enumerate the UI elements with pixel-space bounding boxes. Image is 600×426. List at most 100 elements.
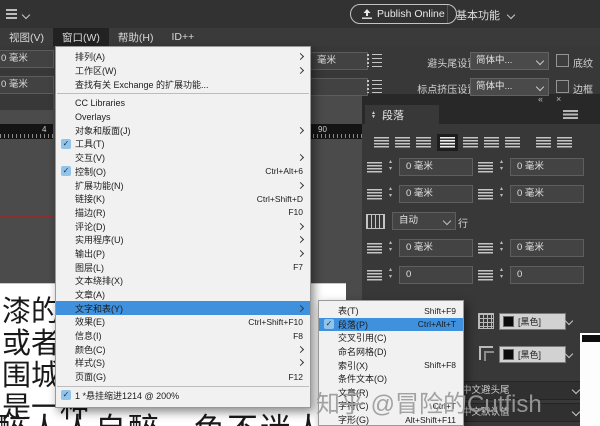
indent-value-field[interactable]: 0 毫米: [0, 76, 54, 94]
space-after-field[interactable]: 0 毫米: [510, 239, 584, 257]
border-checkbox[interactable]: [556, 80, 569, 93]
drop-cap-chars-icon: [478, 270, 493, 281]
stepper[interactable]: ▴ ▾: [497, 267, 506, 281]
stepper[interactable]: ▴ ▾: [386, 240, 395, 254]
indent-value-field[interactable]: 0 毫米: [0, 50, 54, 68]
last-line-indent-field[interactable]: 0 毫米: [510, 185, 584, 203]
panel-menu-icon[interactable]: [563, 110, 578, 119]
menu-idpp[interactable]: ID++: [162, 28, 203, 46]
mojikumi-dropdown[interactable]: 简体中...: [470, 78, 549, 96]
submenu-arrow-icon: [296, 249, 305, 258]
window-menu-item[interactable]: ✓ 1 *悬挂缩进1214 @ 200%: [56, 389, 310, 403]
shading-color-dropdown[interactable]: [黑色]: [499, 313, 566, 330]
window-menu-item[interactable]: 效果(E) Ctrl+Shift+F10: [56, 315, 310, 329]
chevron-down-icon[interactable]: [21, 10, 31, 20]
drop-cap-chars-field[interactable]: 0: [510, 266, 584, 284]
first-line-indent-field[interactable]: 0 毫米: [399, 185, 473, 203]
app-panel-grid-icon[interactable]: [6, 9, 17, 19]
window-menu-item[interactable]: ✓ 工具(T): [56, 137, 310, 151]
right-indent-field[interactable]: 0 毫米: [510, 158, 584, 176]
window-menu-item[interactable]: 链接(K) Ctrl+Shift+D: [56, 192, 310, 206]
stepper[interactable]: ▴ ▾: [386, 186, 395, 200]
window-menu-item[interactable]: Overlays: [56, 110, 310, 124]
stepper[interactable]: ▴ ▾: [497, 186, 506, 200]
drop-cap-lines-field[interactable]: 0: [399, 266, 473, 284]
menu-item-label: 文字和表(Y): [75, 303, 123, 314]
menu-help[interactable]: 帮助(H): [109, 28, 163, 46]
window-menu-item[interactable]: 实用程序(U): [56, 233, 310, 247]
type-submenu-item[interactable]: 表(T) Shift+F9: [319, 304, 463, 318]
watermark: 知乎 @冒险的Cutfish: [316, 391, 542, 418]
align-right-icon[interactable]: [416, 137, 431, 148]
left-indent-field[interactable]: 0 毫米: [399, 158, 473, 176]
window-menu-item[interactable]: 信息(I) F8: [56, 329, 310, 343]
close-panel-icon[interactable]: ×: [556, 94, 561, 104]
first-line-indent-icon: [367, 189, 382, 200]
window-menu-item[interactable]: 图层(L) F7: [56, 260, 310, 274]
tab-paragraph[interactable]: ▲ ▼ 段落: [365, 105, 439, 124]
shading-checkbox[interactable]: [556, 54, 569, 67]
menu-right: [296, 181, 305, 189]
justify-last-left-icon[interactable]: [437, 134, 458, 151]
horizontal-ruler-left[interactable]: 4: [0, 124, 53, 139]
window-menu-item[interactable]: 颜色(C): [56, 342, 310, 356]
type-submenu-item[interactable]: 交叉引用(C): [319, 331, 463, 345]
align-away-spine-icon[interactable]: [557, 137, 572, 148]
menu-item-label: 索引(X): [338, 360, 368, 371]
align-center-icon[interactable]: [395, 137, 410, 148]
window-menu-item[interactable]: 评论(D): [56, 219, 310, 233]
ruler-ticks: [0, 134, 53, 138]
align-left-icon[interactable]: [374, 137, 389, 148]
window-menu-item[interactable]: CC Libraries: [56, 96, 310, 110]
grid-dropdown[interactable]: 自动: [392, 212, 456, 230]
stepper[interactable]: ▴ ▾: [497, 159, 506, 173]
window-menu-item[interactable]: 描边(R) F10: [56, 206, 310, 220]
window-menu-item[interactable]: 排列(A): [56, 50, 310, 64]
align-toward-spine-icon[interactable]: [536, 137, 551, 148]
justify-all-icon[interactable]: [505, 137, 520, 148]
value-field[interactable]: 毫米: [306, 52, 368, 70]
window-menu-item[interactable]: 文本绕排(X): [56, 274, 310, 288]
window-menu-item[interactable]: ✓ 控制(O) Ctrl+Alt+6: [56, 165, 310, 179]
control-panel-right: 毫米 避头尾设置: 简体中... 底纹 标点挤压设置: 简体中... 边框: [306, 46, 600, 96]
stepper[interactable]: ▴ ▾: [497, 240, 506, 254]
chevron-down-icon[interactable]: [564, 349, 574, 359]
border-color-dropdown[interactable]: [黑色]: [499, 346, 566, 363]
stepper[interactable]: ▴ ▾: [386, 159, 395, 173]
window-menu-item[interactable]: 查找有关 Exchange 的扩展功能...: [56, 77, 310, 91]
type-submenu-item[interactable]: 命名网格(D): [319, 345, 463, 359]
stepper[interactable]: ▴ ▾: [386, 267, 395, 281]
publish-online-button[interactable]: Publish Online: [350, 4, 457, 24]
menu-right: [296, 126, 305, 134]
window-menu-item[interactable]: 工作区(W): [56, 64, 310, 78]
shading-color-value: [黑色]: [518, 317, 542, 327]
justify-last-right-icon[interactable]: [484, 137, 499, 148]
window-menu-item[interactable]: 交互(V): [56, 151, 310, 165]
check-icon: ✓: [61, 138, 71, 149]
justify-last-center-icon[interactable]: [463, 137, 478, 148]
type-submenu-item[interactable]: 索引(X) Shift+F8: [319, 358, 463, 372]
horizontal-ruler-mid[interactable]: 90: [305, 124, 368, 139]
chevron-down-icon: [571, 385, 581, 395]
window-menu-item[interactable]: 扩展功能(N): [56, 178, 310, 192]
type-submenu-item[interactable]: ✓ 段落(P) Ctrl+Alt+T: [319, 317, 463, 332]
space-before-field[interactable]: 0 毫米: [399, 239, 473, 257]
menu-window[interactable]: 窗口(W): [53, 28, 109, 46]
upload-icon: [362, 8, 372, 19]
window-menu-item[interactable]: 页面(G) F12: [56, 370, 310, 384]
menu-view[interactable]: 视图(V): [0, 28, 53, 46]
workspace-switcher[interactable]: 基本功能: [456, 7, 516, 23]
window-menu-item[interactable]: 对象和版面(J): [56, 123, 310, 137]
check-icon: ✓: [324, 319, 334, 330]
window-menu-item[interactable]: 文字和表(Y): [56, 301, 310, 316]
window-menu-item[interactable]: 输出(P): [56, 247, 310, 261]
window-menu-item[interactable]: 文章(A): [56, 288, 310, 302]
kinsoku-dropdown[interactable]: 简体中...: [470, 52, 549, 70]
window-menu-item[interactable]: 样式(S): [56, 356, 310, 370]
submenu-arrow-icon: [296, 126, 305, 134]
workspace-label: 基本功能: [456, 10, 500, 22]
value-field[interactable]: [306, 78, 368, 96]
menu-item-label: 对象和版面(J): [75, 125, 131, 136]
shading-checkbox-label: 底纹: [573, 59, 593, 70]
chevron-down-icon[interactable]: [564, 316, 574, 326]
